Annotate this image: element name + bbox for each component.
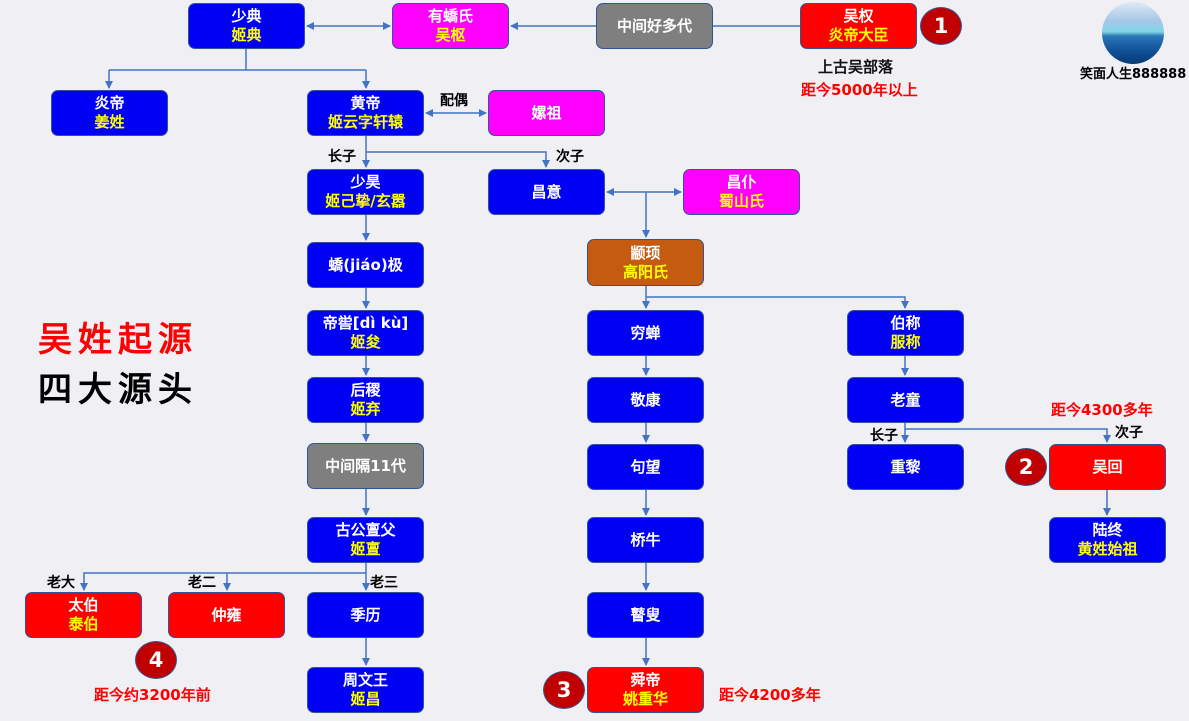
node-alias: 姬典 (231, 26, 262, 44)
node-alias: 姬己挚/玄嚣 (325, 192, 406, 210)
author-name: 笑面人生888888 (1080, 67, 1187, 82)
node-name: 重黎 (890, 457, 921, 476)
node-name: 吴权 (843, 7, 874, 25)
node-alias: 姬夋 (350, 333, 381, 351)
node-alias: 姚重华 (622, 690, 668, 708)
node-yandi[interactable]: 炎帝 姜姓 (51, 90, 168, 136)
title-wu-surname-origin: 吴姓起源 (38, 320, 198, 360)
node-alias: 姬云字轩辕 (327, 113, 403, 131)
node-name: 少典 (231, 7, 262, 25)
avatar (1102, 2, 1164, 64)
node-bocheng[interactable]: 伯称 服称 (847, 310, 964, 356)
node-name: 桥牛 (630, 530, 661, 549)
node-zhuanxu[interactable]: 颛顼 高阳氏 (587, 239, 704, 286)
node-name: 中间隔11代 (325, 456, 406, 475)
note-years-4300: 距今4300多年 (1051, 401, 1153, 419)
node-name: 后稷 (350, 381, 381, 399)
node-name: 昌仆 (726, 173, 757, 191)
badge-3: 3 (543, 671, 585, 709)
node-zhongli[interactable]: 重黎 (847, 444, 964, 490)
node-name: 嫘祖 (531, 103, 562, 122)
node-alias: 服称 (890, 333, 921, 351)
node-alias: 高阳氏 (622, 262, 668, 281)
node-jingkang[interactable]: 敬康 (587, 377, 704, 423)
node-shaodian[interactable]: 少典 姬典 (188, 3, 305, 49)
node-name: 敬康 (630, 390, 661, 409)
node-name: 陆终 (1092, 521, 1123, 539)
node-name: 穷蝉 (630, 323, 661, 342)
label-laosan: 老三 (370, 575, 398, 591)
badge-1: 1 (920, 7, 962, 45)
node-zhouwenwang[interactable]: 周文王 姬昌 (307, 667, 424, 713)
node-alias: 蜀山氏 (718, 192, 764, 210)
node-name: 季历 (350, 605, 381, 624)
node-name: 黄帝 (350, 94, 381, 112)
node-name: 中间好多代 (616, 16, 692, 35)
badge-2: 2 (1005, 448, 1047, 486)
node-alias: 姜姓 (94, 113, 125, 131)
node-qiaoniu[interactable]: 桥牛 (587, 517, 704, 563)
label-laoer: 老二 (188, 575, 216, 591)
label-second-son: 次子 (556, 149, 584, 165)
node-alias: 姬昌 (350, 690, 381, 708)
node-zhongjian-11[interactable]: 中间隔11代 (307, 443, 424, 489)
node-taibo[interactable]: 太伯 泰伯 (25, 592, 142, 638)
node-alias: 姬弃 (350, 400, 381, 418)
node-name: 炎帝 (94, 94, 125, 112)
node-name: 老童 (890, 390, 921, 409)
node-jili[interactable]: 季历 (307, 592, 424, 638)
label-second-son-2: 次子 (1115, 425, 1143, 441)
node-alias: 吴枢 (435, 26, 466, 44)
node-name: 仲雍 (211, 605, 242, 624)
node-changyi[interactable]: 昌意 (488, 169, 605, 215)
node-alias: 炎帝大臣 (828, 26, 889, 44)
node-name: 颛顼 (630, 243, 661, 262)
node-zhongyong[interactable]: 仲雍 (168, 592, 285, 638)
node-juwang[interactable]: 句望 (587, 444, 704, 490)
node-wuquan[interactable]: 吴权 炎帝大臣 (800, 3, 917, 49)
badge-4: 4 (135, 641, 177, 679)
node-name: 周文王 (342, 671, 388, 689)
node-name: 昌意 (531, 182, 562, 201)
node-qiongchan[interactable]: 穷蝉 (587, 310, 704, 356)
node-name: 吴回 (1092, 457, 1123, 476)
note-tribe: 上古吴部落 (818, 58, 894, 76)
node-jiaoji[interactable]: 蟜(jiáo)极 (307, 242, 424, 288)
node-name: 伯称 (890, 314, 921, 332)
label-eldest-son-2: 长子 (870, 428, 898, 444)
note-years-3200: 距今约3200年前 (94, 686, 211, 704)
node-alias: 黄姓始祖 (1077, 540, 1138, 558)
node-name: 古公亶父 (335, 521, 396, 539)
node-houji[interactable]: 后稷 姬弃 (307, 377, 424, 423)
label-eldest-son: 长子 (328, 149, 356, 165)
node-diku[interactable]: 帝喾[dì kù] 姬夋 (307, 310, 424, 356)
node-name: 有蟜氏 (427, 7, 473, 25)
node-leizu[interactable]: 嫘祖 (488, 90, 605, 136)
node-huangdi[interactable]: 黄帝 姬云字轩辕 (307, 90, 424, 136)
node-zhongjian-duodai[interactable]: 中间好多代 (596, 3, 713, 49)
node-wuhui[interactable]: 吴回 (1049, 444, 1166, 490)
node-name: 句望 (630, 457, 661, 476)
node-name: 少昊 (350, 173, 381, 191)
node-name: 太伯 (68, 596, 99, 614)
label-spouse: 配偶 (440, 93, 468, 109)
node-name: 瞽叟 (630, 605, 661, 624)
node-gusou[interactable]: 瞽叟 (587, 592, 704, 638)
node-changpu[interactable]: 昌仆 蜀山氏 (683, 169, 800, 215)
node-name: 舜帝 (630, 671, 661, 689)
title-four-sources: 四大源头 (38, 370, 198, 410)
note-years-4200: 距今4200多年 (719, 686, 821, 704)
label-laoda: 老大 (47, 575, 75, 591)
node-youjiaoshi[interactable]: 有蟜氏 吴枢 (392, 3, 509, 49)
node-gugong[interactable]: 古公亶父 姬亶 (307, 517, 424, 563)
note-years-5000: 距今5000年以上 (801, 81, 918, 99)
node-alias: 泰伯 (68, 615, 99, 633)
node-name: 蟜(jiáo)极 (328, 255, 403, 274)
node-laotong[interactable]: 老童 (847, 377, 964, 423)
node-shundi[interactable]: 舜帝 姚重华 (587, 667, 704, 713)
node-name: 帝喾[dì kù] (322, 314, 409, 332)
node-alias: 姬亶 (350, 540, 381, 558)
node-shaohao[interactable]: 少昊 姬己挚/玄嚣 (307, 169, 424, 215)
node-luzhong[interactable]: 陆终 黄姓始祖 (1049, 517, 1166, 563)
